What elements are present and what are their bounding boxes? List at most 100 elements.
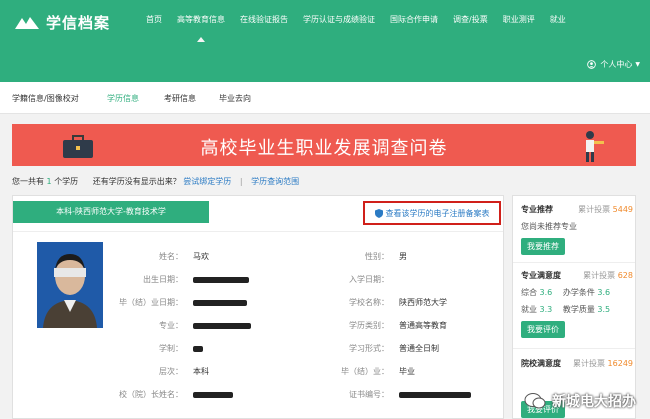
field-value: 男 bbox=[399, 252, 407, 261]
school-tag: 本科-陕西师范大学-教育技术学 bbox=[13, 201, 209, 223]
field-school-name: 学校名称： 陕西师范大学 bbox=[313, 297, 447, 308]
rating-label: 综合 bbox=[521, 288, 537, 297]
degree-count-line: 您一共有 1 个学历 还有学历没有显示出来？ 尝试绑定学历 | 学历查询范围 bbox=[12, 176, 299, 187]
subnav-degree[interactable]: 学历信息 bbox=[107, 93, 139, 104]
view-registration-record-link[interactable]: 查看该学历的电子注册备案表 bbox=[363, 201, 501, 225]
field-birthdate: 出生日期： bbox=[103, 274, 249, 285]
redacted-value bbox=[193, 276, 249, 283]
field-president: 校（院）长姓名： bbox=[103, 389, 233, 400]
divider bbox=[513, 348, 635, 349]
field-major: 专业： bbox=[103, 320, 251, 331]
subnav-postgraduate[interactable]: 考研信息 bbox=[164, 93, 196, 104]
section-title: 专业推荐 bbox=[521, 205, 553, 214]
vote-label: 累计投票 bbox=[573, 359, 605, 368]
major-recommend-section: 专业推荐 累计投票 5449 您尚未推荐专业 我要推荐 bbox=[521, 204, 633, 255]
nav-home[interactable]: 首页 bbox=[146, 14, 162, 25]
record-link-label: 查看该学历的电子注册备案表 bbox=[385, 208, 490, 218]
chevron-down-icon: ▼ bbox=[635, 61, 640, 68]
field-degree-type: 学历类别： 普通高等教育 bbox=[313, 320, 447, 331]
vote-label: 累计投票 bbox=[583, 271, 616, 280]
field-value: 本科 bbox=[193, 367, 209, 376]
nav-survey[interactable]: 调查/投票 bbox=[453, 14, 488, 25]
field-value: 马欢 bbox=[193, 252, 209, 261]
degree-count: 1 bbox=[46, 177, 52, 186]
vote-count: 累计投票 16249 bbox=[573, 358, 633, 369]
divider bbox=[513, 262, 635, 263]
user-center-menu[interactable]: 个人中心 ▼ bbox=[587, 59, 640, 70]
vote-label: 累计投票 bbox=[578, 205, 611, 214]
vote-count: 累计投票 628 bbox=[583, 270, 633, 281]
top-header: 学信档案 首页 高等教育信息 在线验证报告 学历认证与成绩验证 国际合作申请 调… bbox=[0, 0, 650, 82]
rating-value: 3.5 bbox=[597, 305, 611, 314]
redacted-value bbox=[399, 391, 471, 398]
recommend-button[interactable]: 我要推荐 bbox=[521, 238, 565, 255]
nav-employment[interactable]: 就业 bbox=[550, 14, 566, 25]
field-value: 普通全日制 bbox=[399, 344, 439, 353]
nav-online-report[interactable]: 在线验证报告 bbox=[240, 14, 288, 25]
rating-value: 3.6 bbox=[597, 288, 611, 297]
field-label: 入学日期： bbox=[349, 275, 389, 284]
logo-text: 学信档案 bbox=[46, 14, 111, 32]
field-label: 性别： bbox=[365, 252, 389, 261]
field-value: 毕业 bbox=[399, 367, 415, 376]
query-scope-link[interactable]: 学历查询范围 bbox=[251, 177, 299, 186]
banner-title: 高校毕业生职业发展调查问卷 bbox=[200, 138, 448, 159]
rating-value: 3.3 bbox=[539, 305, 553, 314]
sub-nav: 学籍信息/图像校对 学历信息 考研信息 毕业去向 bbox=[0, 82, 650, 114]
student-photo bbox=[37, 242, 103, 328]
field-value: 普通高等教育 bbox=[399, 321, 447, 330]
evaluation-sidebar: 专业推荐 累计投票 5449 您尚未推荐专业 我要推荐 专业满意度 累计投票 6… bbox=[512, 195, 636, 419]
vote-count: 累计投票 5449 bbox=[578, 204, 633, 215]
field-label: 毕（结）业： bbox=[341, 367, 389, 376]
divider: | bbox=[239, 177, 243, 186]
field-enrollment-date: 入学日期： bbox=[313, 274, 389, 285]
vote-number: 628 bbox=[617, 271, 633, 280]
field-name: 姓名： 马欢 bbox=[103, 251, 209, 262]
vote-number: 5449 bbox=[612, 205, 633, 214]
bind-degree-link[interactable]: 尝试绑定学历 bbox=[183, 177, 231, 186]
degree-card: 本科-陕西师范大学-教育技术学 查看该学历的电子注册备案表 姓名： 马欢 出生日期… bbox=[12, 195, 504, 419]
rating-label: 办学条件 bbox=[562, 288, 595, 297]
field-duration: 学制： bbox=[103, 343, 203, 354]
field-label: 学历类别： bbox=[349, 321, 389, 330]
field-label: 专业： bbox=[159, 321, 183, 330]
user-icon bbox=[587, 60, 597, 69]
nav-higher-education[interactable]: 高等教育信息 bbox=[177, 14, 225, 42]
field-gender: 性别： 男 bbox=[313, 251, 407, 262]
field-label: 学校名称： bbox=[349, 298, 389, 307]
rating-label: 教学质量 bbox=[562, 305, 595, 314]
field-label: 层次： bbox=[159, 367, 183, 376]
shield-icon bbox=[374, 208, 383, 218]
watermark-text: 新城电大招办 bbox=[552, 394, 636, 410]
survey-banner[interactable]: 高校毕业生职业发展调查问卷 bbox=[12, 124, 636, 166]
rating-value: 3.6 bbox=[539, 288, 553, 297]
field-value: 陕西师范大学 bbox=[399, 298, 447, 307]
field-label: 姓名： bbox=[159, 252, 183, 261]
redacted-value bbox=[193, 299, 247, 306]
count-prefix: 您一共有 bbox=[12, 177, 44, 186]
rating-row: 就业 3.3 教学质量 3.5 bbox=[521, 304, 633, 315]
nav-certification[interactable]: 学历认证与成绩验证 bbox=[303, 14, 375, 25]
nav-career-test[interactable]: 职业测评 bbox=[503, 14, 535, 25]
subnav-graduation-destination[interactable]: 毕业去向 bbox=[219, 93, 251, 104]
section-title: 专业满意度 bbox=[521, 271, 561, 280]
vote-number: 16249 bbox=[607, 359, 633, 368]
main-nav: 首页 高等教育信息 在线验证报告 学历认证与成绩验证 国际合作申请 调查/投票 … bbox=[146, 14, 581, 42]
user-center-label: 个人中心 bbox=[600, 60, 633, 69]
student-portrait-icon bbox=[37, 242, 103, 328]
field-study-form: 学习形式： 普通全日制 bbox=[313, 343, 439, 354]
redacted-value bbox=[193, 322, 251, 329]
redacted-value bbox=[193, 345, 203, 352]
field-label: 校（院）长姓名： bbox=[119, 390, 183, 399]
evaluate-major-button[interactable]: 我要评价 bbox=[521, 321, 565, 338]
logo[interactable]: 学信档案 bbox=[14, 12, 110, 33]
divider bbox=[13, 231, 503, 232]
major-satisfaction-section: 专业满意度 累计投票 628 综合 3.6 办学条件 3.6 就业 3.3 教学… bbox=[521, 270, 633, 338]
section-title: 院校满意度 bbox=[521, 359, 561, 368]
subnav-enrollment[interactable]: 学籍信息/图像校对 bbox=[12, 93, 79, 104]
field-graduation-status: 毕（结）业： 毕业 bbox=[313, 366, 415, 377]
book-logo-icon bbox=[15, 16, 39, 29]
nav-international[interactable]: 国际合作申请 bbox=[390, 14, 438, 25]
field-label: 毕（结）业日期： bbox=[119, 298, 183, 307]
watermark: 新城电大招办 bbox=[524, 391, 636, 411]
